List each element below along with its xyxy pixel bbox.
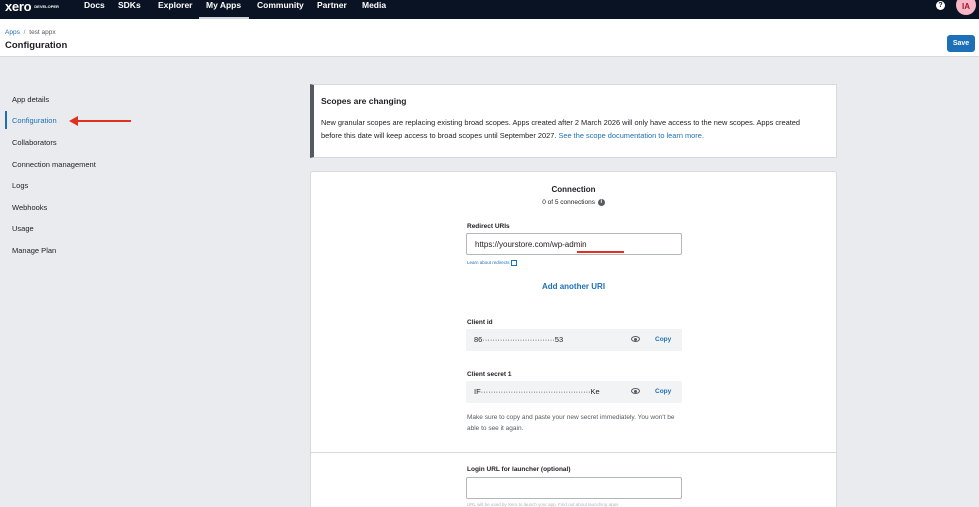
connection-title: Connection bbox=[551, 185, 596, 194]
scopes-banner: Scopes are changing New granular scopes … bbox=[310, 84, 837, 158]
sidebar-item-logs[interactable]: Logs bbox=[12, 181, 28, 190]
breadcrumb-separator: / bbox=[23, 29, 26, 36]
redirect-uri-value: https://yourstore.com/wp-admin bbox=[475, 240, 587, 249]
add-another-uri-button[interactable]: Add another URI bbox=[311, 282, 836, 291]
breadcrumb: Apps / test appx bbox=[5, 29, 56, 36]
client-secret-field: IF······································… bbox=[466, 381, 682, 403]
annotation-arrow-configuration bbox=[69, 116, 131, 126]
active-sidebar-indicator bbox=[5, 111, 7, 129]
eye-icon[interactable] bbox=[631, 336, 640, 342]
banner-text: New granular scopes are replacing existi… bbox=[321, 116, 821, 142]
sidebar-item-usage[interactable]: Usage bbox=[12, 224, 34, 233]
page-header: Apps / test appx Configuration bbox=[0, 19, 979, 57]
sidebar-item-app-details[interactable]: App details bbox=[12, 95, 49, 104]
login-url-help: URL will be used by Xero to launch your … bbox=[467, 502, 619, 507]
logo-subtext: DEVELOPER bbox=[34, 4, 59, 9]
logo-text: xero bbox=[5, 0, 32, 14]
scope-docs-link[interactable]: See the scope documentation to learn mor… bbox=[558, 131, 703, 140]
learn-redirects-link[interactable]: Learn about redirects bbox=[467, 260, 517, 266]
client-secret-value: IF······································… bbox=[474, 387, 600, 396]
secret-note: Make sure to copy and paste your new sec… bbox=[467, 414, 675, 432]
card-divider bbox=[311, 452, 836, 453]
sidebar-item-collaborators[interactable]: Collaborators bbox=[12, 138, 57, 147]
breadcrumb-apps-link[interactable]: Apps bbox=[5, 29, 20, 36]
breadcrumb-app: test appx bbox=[29, 29, 56, 36]
client-id-field: 86·····························53 Copy bbox=[466, 329, 682, 351]
sidebar-item-manage-plan[interactable]: Manage Plan bbox=[12, 246, 56, 255]
info-icon[interactable]: i bbox=[597, 199, 605, 206]
banner-title: Scopes are changing bbox=[321, 96, 407, 106]
nav-docs[interactable]: Docs bbox=[84, 0, 105, 19]
nav-sdks[interactable]: SDKs bbox=[118, 0, 141, 19]
login-url-label: Login URL for launcher (optional) bbox=[467, 466, 571, 473]
redirect-uris-label: Redirect URIs bbox=[467, 223, 510, 230]
save-button[interactable]: Save bbox=[947, 35, 975, 52]
client-secret-label: Client secret 1 bbox=[467, 371, 512, 378]
sidebar-item-configuration[interactable]: Configuration bbox=[12, 116, 57, 125]
nav-community[interactable]: Community bbox=[257, 0, 304, 19]
nav-explorer[interactable]: Explorer bbox=[158, 0, 193, 19]
xero-logo[interactable]: xero DEVELOPER bbox=[5, 0, 59, 19]
nav-partner[interactable]: Partner bbox=[317, 0, 347, 19]
login-url-input[interactable] bbox=[466, 477, 682, 499]
external-link-icon bbox=[510, 260, 517, 266]
annotation-underline bbox=[577, 251, 624, 253]
copy-client-id-button[interactable]: Copy bbox=[655, 336, 671, 343]
question-icon[interactable]: ? bbox=[936, 1, 945, 10]
avatar[interactable]: IA bbox=[956, 0, 976, 15]
sidebar-item-webhooks[interactable]: Webhooks bbox=[12, 203, 47, 212]
client-id-value: 86·····························53 bbox=[474, 335, 564, 344]
copy-client-secret-button[interactable]: Copy bbox=[655, 388, 671, 395]
connection-count: 0 of 5 connections i bbox=[311, 199, 836, 206]
eye-icon[interactable] bbox=[631, 388, 640, 394]
client-id-label: Client id bbox=[467, 319, 493, 326]
page-title: Configuration bbox=[5, 40, 68, 51]
sidebar-item-connection-management[interactable]: Connection management bbox=[12, 160, 96, 169]
connection-count-text: 0 of 5 connections bbox=[542, 199, 595, 207]
connection-card: Connection 0 of 5 connections i Redirect… bbox=[310, 171, 837, 507]
redirect-uri-input[interactable]: https://yourstore.com/wp-admin bbox=[466, 233, 682, 255]
learn-redirects-text: Learn about redirects bbox=[467, 260, 510, 266]
nav-media[interactable]: Media bbox=[362, 0, 386, 19]
top-nav: xero DEVELOPER Docs SDKs Explorer My App… bbox=[0, 0, 979, 19]
